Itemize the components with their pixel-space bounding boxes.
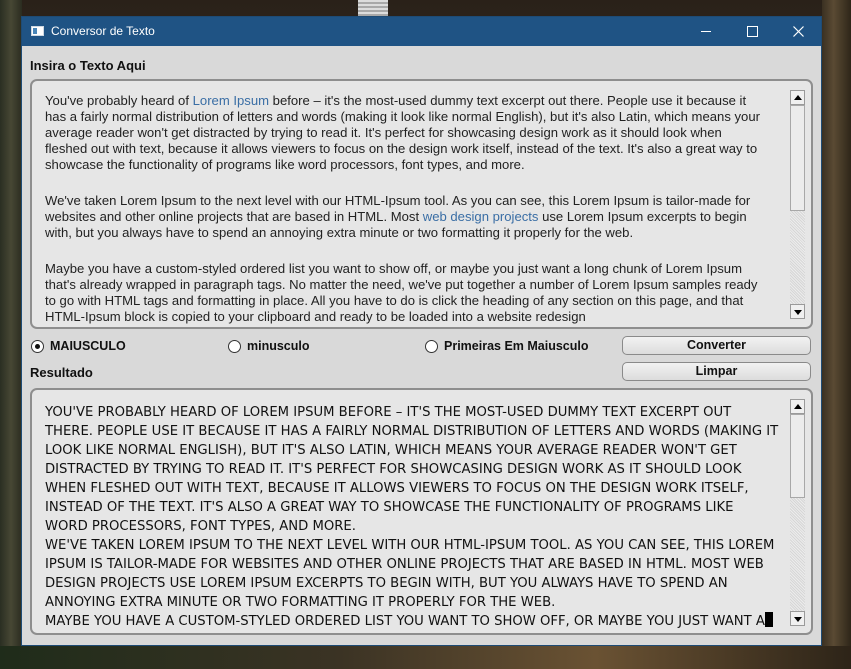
result-line-1: YOU'VE PROBABLY HEARD OF LOREM IPSUM BEF… [45,405,779,534]
maximize-button[interactable] [729,17,775,46]
scrollbar-thumb[interactable] [790,105,805,211]
text-cursor [764,612,773,627]
window-title: Conversor de Texto [51,24,155,38]
minimize-button[interactable] [683,17,729,46]
convert-button[interactable]: Converter [622,336,811,355]
radio-unselected-icon[interactable] [228,340,241,353]
desktop-background-left [0,0,22,669]
radio-lowercase-label: minusculo [247,339,310,353]
scroll-up-arrow-icon[interactable] [790,399,805,414]
radio-titlecase-label: Primeiras Em Maiusculo [444,339,589,353]
close-button[interactable] [775,17,821,46]
scroll-down-arrow-icon[interactable] [790,611,805,626]
app-window-icon [31,26,44,36]
input-scrollbar[interactable] [790,90,805,319]
input-section-label: Insira o Texto Aqui [30,58,146,73]
title-bar[interactable]: Conversor de Texto [22,17,821,46]
result-text-content: YOU'VE PROBABLY HEARD OF LOREM IPSUM BEF… [45,403,780,631]
result-line-2: WE'VE TAKEN LOREM IPSUM TO THE NEXT LEVE… [45,538,775,610]
desktop-background-right [822,0,851,669]
input-paragraph-3: Maybe you have a custom-styled ordered l… [45,261,758,324]
scroll-up-arrow-icon[interactable] [790,90,805,105]
result-scrollbar[interactable] [790,399,805,626]
result-textarea[interactable]: YOU'VE PROBABLY HEARD OF LOREM IPSUM BEF… [30,388,813,635]
close-icon [793,26,804,37]
result-line-3: MAYBE YOU HAVE A CUSTOM-STYLED ORDERED L… [45,612,780,631]
lorem-ipsum-link[interactable]: Lorem Ipsum [193,93,269,108]
radio-selected-icon[interactable] [31,340,44,353]
input-paragraph-1: You've probably heard of Lorem Ipsum bef… [45,93,760,172]
result-section-label: Resultado [30,365,93,380]
web-design-projects-link[interactable]: web design projects [423,209,539,224]
desktop-background-bottom [0,646,851,669]
clear-button[interactable]: Limpar [622,362,811,381]
scroll-down-arrow-icon[interactable] [790,304,805,319]
scrollbar-thumb[interactable] [790,414,805,498]
input-text-content: You've probably heard of Lorem Ipsum bef… [45,93,765,327]
app-window: Conversor de Texto Insira o Texto Aqui Y… [21,16,822,646]
radio-uppercase-label: MAIUSCULO [50,339,126,353]
radio-unselected-icon[interactable] [425,340,438,353]
input-paragraph-2: We've taken Lorem Ipsum to the next leve… [45,193,751,240]
input-textarea[interactable]: You've probably heard of Lorem Ipsum bef… [30,79,813,329]
desktop-window-strip [358,0,388,16]
